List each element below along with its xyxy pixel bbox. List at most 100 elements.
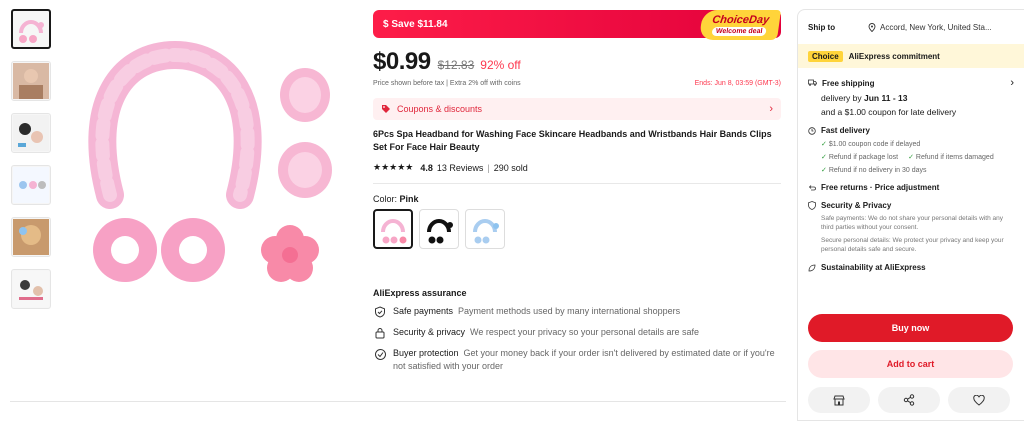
assurance-section: AliExpress assurance Safe payments Paymen… bbox=[373, 288, 783, 373]
promo-banner: $ Save $11.84 ChoiceDay Welcome deal bbox=[373, 10, 782, 40]
share-button[interactable] bbox=[878, 387, 940, 413]
lock-icon bbox=[373, 326, 387, 340]
choice-badge: Choice bbox=[808, 50, 843, 62]
assurance-item-desc: We respect your privacy so your personal… bbox=[470, 327, 699, 337]
color-swatches bbox=[373, 209, 781, 249]
return-icon bbox=[808, 184, 816, 190]
sustainability-label: Sustainability at AliExpress bbox=[821, 263, 926, 272]
main-product-image[interactable] bbox=[65, 10, 365, 310]
coupons-label-wrap: Coupons & discounts bbox=[381, 104, 482, 114]
truck-icon bbox=[808, 79, 817, 86]
thumbnail-2[interactable] bbox=[11, 61, 51, 101]
fast-delivery-row: Fast delivery bbox=[808, 126, 1014, 135]
shield-icon bbox=[808, 201, 816, 210]
clock-icon bbox=[808, 126, 816, 135]
assurance-item-payments: Safe payments Payment methods used by man… bbox=[373, 305, 783, 319]
rating-row: ★★★★★ 4.8 13 Reviews | 290 sold bbox=[373, 162, 781, 173]
swatch-blue[interactable] bbox=[465, 209, 505, 249]
buyer-protection-icon bbox=[373, 347, 387, 361]
security-text-1: Safe payments: We do not share your pers… bbox=[821, 215, 1003, 231]
check-item: $1.00 coupon code if delayed bbox=[821, 140, 920, 148]
buy-now-button[interactable]: Buy now bbox=[808, 314, 1013, 342]
coupons-bar[interactable]: Coupons & discounts › bbox=[373, 98, 781, 120]
ship-to-label: Ship to bbox=[808, 22, 836, 32]
security-row: Security & Privacy bbox=[808, 201, 1014, 210]
choice-commitment: Choice AliExpress commitment bbox=[798, 44, 1024, 68]
thumbnail-1[interactable] bbox=[11, 9, 51, 49]
late-coupon-text: and a $1.00 coupon for late delivery bbox=[821, 107, 957, 117]
tag-icon bbox=[382, 105, 390, 113]
wishlist-button[interactable] bbox=[948, 387, 1010, 413]
delivery-section: Free shipping › delivery by Jun 11 - 13 … bbox=[798, 77, 1024, 272]
check-row: $1.00 coupon code if delayed bbox=[821, 140, 1014, 148]
thumbnail-5[interactable] bbox=[11, 217, 51, 257]
ship-to-value: Accord, New York, United Sta... bbox=[880, 22, 992, 32]
tax-row: Price shown before tax | Extra 2% off wi… bbox=[373, 80, 781, 87]
share-icon bbox=[903, 394, 915, 406]
security-label: Security & Privacy bbox=[821, 201, 892, 210]
free-shipping-title-wrap: Free shipping bbox=[808, 79, 874, 88]
star-rating-icon: ★★★★★ bbox=[373, 162, 414, 172]
ship-to-row[interactable]: Ship to Accord, New York, United Sta... bbox=[798, 10, 1024, 44]
check-item: Refund if no delivery in 30 days bbox=[821, 166, 927, 174]
heart-icon bbox=[973, 394, 985, 406]
add-to-cart-button[interactable]: Add to cart bbox=[808, 350, 1013, 378]
assurance-text: Safe payments Payment methods used by man… bbox=[393, 305, 680, 319]
ship-to-value-wrap: Accord, New York, United Sta... bbox=[868, 23, 992, 32]
divider bbox=[10, 401, 786, 402]
leaf-icon bbox=[808, 264, 816, 271]
delivery-date: Jun 11 - 13 bbox=[864, 93, 908, 103]
original-price: $12.83 bbox=[437, 58, 475, 72]
fast-delivery-label: Fast delivery bbox=[821, 126, 870, 135]
free-returns-row: Free returns · Price adjustment bbox=[808, 183, 1014, 192]
check-row: Refund if no delivery in 30 days bbox=[821, 166, 1014, 174]
store-icon bbox=[833, 395, 845, 405]
chevron-right-icon: › bbox=[769, 103, 773, 115]
assurance-item-title: Safe payments bbox=[393, 306, 454, 316]
commitment-label: AliExpress commitment bbox=[848, 51, 940, 61]
shield-icon bbox=[373, 305, 387, 319]
reviews-link[interactable]: 13 Reviews bbox=[437, 163, 484, 173]
choiceday-title: ChoiceDay bbox=[711, 13, 771, 26]
thumbnail-6[interactable] bbox=[11, 269, 51, 309]
sustainability-row[interactable]: Sustainability at AliExpress bbox=[808, 263, 1014, 272]
assurance-text: Buyer protection Get your money back if y… bbox=[393, 347, 783, 373]
delivery-date-text: delivery by Jun 11 - 13 bbox=[821, 93, 1014, 103]
free-shipping-label: Free shipping bbox=[822, 78, 875, 88]
check-row: Refund if package lost Refund if items da… bbox=[821, 153, 1014, 161]
check-item: Refund if package lost bbox=[821, 153, 898, 161]
choiceday-subtitle: Welcome deal bbox=[711, 26, 768, 36]
deal-ends: Ends: Jun 8, 03:59 (GMT-3) bbox=[694, 80, 781, 87]
swatch-pink[interactable] bbox=[373, 209, 413, 249]
assurance-item-title: Security & privacy bbox=[393, 327, 466, 337]
free-shipping-row[interactable]: Free shipping › bbox=[808, 77, 1014, 89]
store-button[interactable] bbox=[808, 387, 870, 413]
coupons-label: Coupons & discounts bbox=[397, 104, 483, 114]
product-page: $ Save $11.84 ChoiceDay Welcome deal $0.… bbox=[0, 0, 1024, 421]
location-icon bbox=[868, 22, 876, 32]
rating-separator: | bbox=[487, 162, 490, 173]
choiceday-badge: ChoiceDay Welcome deal bbox=[698, 10, 782, 40]
discount-percent: 92% off bbox=[480, 58, 521, 72]
swatch-black[interactable] bbox=[419, 209, 459, 249]
delivery-prefix: delivery by bbox=[821, 93, 862, 103]
assurance-title: AliExpress assurance bbox=[373, 288, 467, 298]
color-label: Color: Pink bbox=[373, 194, 781, 204]
price-row: $0.99 $12.83 92% off bbox=[373, 48, 781, 76]
assurance-item-security: Security & privacy We respect your privac… bbox=[373, 326, 783, 340]
thumbnail-3[interactable] bbox=[11, 113, 51, 153]
current-price: $0.99 bbox=[373, 48, 431, 75]
product-info: $ Save $11.84 ChoiceDay Welcome deal $0.… bbox=[373, 10, 782, 249]
security-text-2: Secure personal details: We protect your… bbox=[821, 237, 1004, 253]
free-returns-label: Free returns · Price adjustment bbox=[821, 183, 940, 192]
color-label-text: Color: bbox=[373, 194, 398, 204]
sold-count: 290 sold bbox=[493, 162, 528, 173]
thumbnail-4[interactable] bbox=[11, 165, 51, 205]
action-icons bbox=[808, 387, 1010, 413]
rating-value: 4.8 bbox=[420, 162, 433, 173]
assurance-text: Security & privacy We respect your privac… bbox=[393, 326, 699, 340]
assurance-item-desc: Payment methods used by many internation… bbox=[458, 306, 681, 316]
chevron-right-icon: › bbox=[1010, 77, 1014, 89]
color-selected: Pink bbox=[399, 194, 419, 204]
tax-note: Price shown before tax | Extra 2% off wi… bbox=[373, 80, 521, 87]
